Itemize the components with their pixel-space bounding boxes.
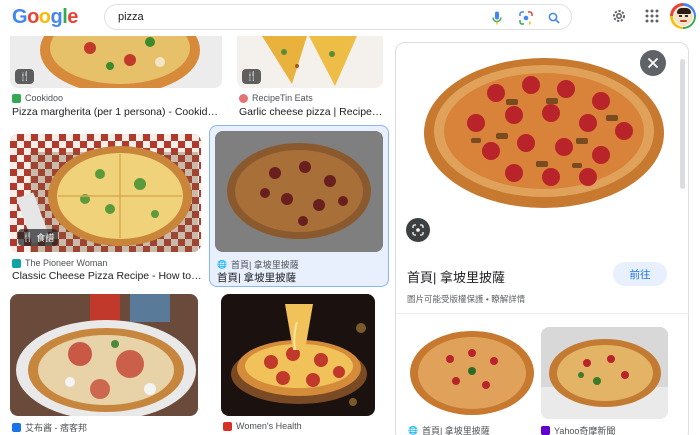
copyright-text: 圖片可能受版權保護: [407, 294, 484, 304]
result-title[interactable]: Classic Cheese Pizza Recipe - How to Ma.…: [12, 270, 204, 282]
source-favicon: [12, 258, 21, 268]
panel-scrollbar[interactable]: [680, 59, 685, 189]
related-source-2: Yahoo奇摩新聞: [541, 424, 615, 435]
result-source: The Pioneer Woman: [12, 258, 107, 268]
search-box: [104, 4, 572, 30]
related-source-1: 🌐 首頁| 拿坡里披薩: [408, 424, 490, 435]
lens-icon[interactable]: [518, 10, 534, 26]
lens-icon: [412, 224, 424, 236]
apps-icon[interactable]: [642, 6, 662, 26]
recipe-badge: 🍴 食譜: [18, 229, 59, 246]
result-image[interactable]: 🍴: [237, 36, 383, 88]
result-image[interactable]: [215, 131, 383, 252]
source-name: Women's Health: [236, 421, 302, 431]
image-preview-panel: 🌐 首頁| 拿坡里披薩 Yahoo奇摩新聞: [395, 42, 689, 435]
result-source: Cookidoo: [12, 93, 63, 103]
panel-divider: [396, 313, 689, 314]
google-logo[interactable]: Google: [12, 6, 78, 29]
learn-more-link[interactable]: 瞭解詳情: [491, 294, 525, 304]
mic-icon[interactable]: [489, 10, 505, 26]
result-title[interactable]: Pizza margherita (per 1 persona) - Cooki…: [12, 106, 222, 118]
visual-search-button[interactable]: [406, 218, 430, 242]
logo-letter: o: [38, 6, 51, 28]
search-icon[interactable]: [546, 10, 562, 26]
result-source: Women's Health: [223, 421, 302, 431]
related-image-2[interactable]: [541, 327, 668, 419]
logo-letter: o: [27, 6, 39, 28]
source-name: Cookidoo: [25, 93, 64, 103]
source-favicon: [239, 93, 248, 103]
result-image[interactable]: [221, 294, 375, 416]
account-avatar[interactable]: [670, 3, 696, 29]
related-image-1[interactable]: [406, 327, 536, 419]
settings-icon[interactable]: [609, 6, 629, 26]
visit-button[interactable]: 前往: [613, 262, 667, 286]
globe-icon: 🌐: [408, 426, 418, 435]
copyright-notice: 圖片可能受版權保護 • 瞭解詳情: [407, 294, 526, 304]
result-source: 艾布酱 - 痞客邦: [12, 421, 87, 434]
logo-letter: e: [67, 6, 78, 28]
source-name: 艾布酱 - 痞客邦: [25, 423, 87, 433]
utensils-icon: 🍴: [22, 232, 34, 242]
badge-label: 食譜: [36, 233, 55, 243]
source-name: 首頁| 拿坡里披薩: [421, 426, 490, 435]
close-icon: [647, 57, 659, 69]
source-name: RecipeTin Eats: [252, 93, 313, 103]
result-image[interactable]: [10, 294, 198, 416]
source-favicon: [541, 426, 550, 435]
utensils-icon: 🍴: [246, 71, 258, 81]
result-title[interactable]: Garlic cheese pizza | RecipeTin...: [239, 106, 384, 118]
logo-letter: g: [50, 6, 63, 28]
top-bar: Google: [0, 0, 700, 36]
utensils-icon: 🍴: [19, 71, 31, 81]
result-title[interactable]: 首頁| 拿坡里披薩: [217, 270, 385, 285]
recipe-badge: 🍴: [15, 69, 35, 84]
source-favicon: [12, 93, 21, 103]
search-input[interactable]: [118, 9, 478, 25]
recipe-badge: 🍴: [242, 69, 262, 84]
result-image[interactable]: 🍴 食譜: [10, 134, 201, 252]
source-favicon: [223, 421, 232, 431]
result-source: RecipeTin Eats: [239, 93, 313, 103]
source-favicon: [12, 423, 21, 432]
source-name: The Pioneer Woman: [25, 258, 108, 268]
result-image[interactable]: 🍴: [10, 36, 222, 88]
logo-letter: G: [12, 6, 28, 28]
source-name: Yahoo奇摩新聞: [554, 426, 616, 435]
globe-icon: 🌐: [217, 260, 227, 269]
panel-title[interactable]: 首頁| 拿坡里披薩: [407, 267, 505, 286]
close-panel-button[interactable]: [640, 50, 666, 76]
